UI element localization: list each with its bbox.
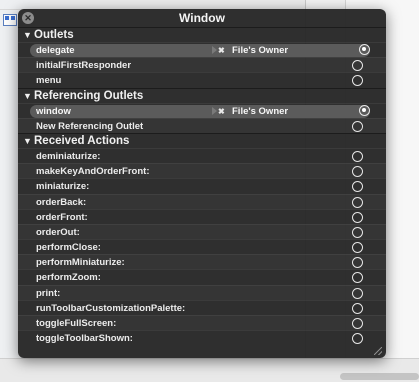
section-outlets[interactable]: ▼ Outlets — [18, 27, 386, 42]
action-row[interactable]: orderOut: — [18, 223, 386, 239]
action-name: performZoom: — [36, 272, 101, 284]
outlet-row[interactable]: menu — [18, 72, 386, 87]
connection-circle-icon[interactable] — [352, 75, 363, 87]
action-row[interactable]: deminiaturize: — [18, 147, 386, 163]
popover-title-bar: ✕ Window — [18, 9, 386, 27]
section-received-actions[interactable]: ▼ Received Actions — [18, 132, 386, 149]
connection-circle-icon[interactable] — [352, 242, 363, 254]
action-name: toggleToolbarShown: — [36, 333, 133, 345]
action-row[interactable]: performClose: — [18, 239, 386, 254]
connection-circle-icon[interactable] — [352, 302, 363, 314]
action-name: makeKeyAndOrderFront: — [36, 166, 150, 178]
connection-pill[interactable]: window ✖ File's Owner — [30, 104, 370, 118]
action-name: miniaturize: — [36, 181, 90, 193]
action-row[interactable]: print: — [18, 284, 386, 300]
outlet-name: New Referencing Outlet — [36, 120, 144, 132]
action-row[interactable]: toggleFullScreen: — [18, 315, 386, 330]
action-name: runToolbarCustomizationPalette: — [36, 302, 186, 314]
referencing-row-window[interactable]: window ✖ File's Owner — [18, 102, 386, 118]
disclosure-triangle-icon[interactable]: ▼ — [23, 89, 34, 104]
section-referencing-label: Referencing Outlets — [34, 89, 144, 102]
connection-circle-icon[interactable] — [352, 196, 363, 208]
action-name: deminiaturize: — [36, 150, 101, 162]
connection-circle-icon[interactable] — [352, 272, 363, 284]
disconnect-x-icon[interactable]: ✖ — [218, 44, 225, 57]
disclosure-triangle-icon[interactable]: ▼ — [23, 134, 34, 149]
connection-pill[interactable]: delegate ✖ File's Owner — [30, 44, 370, 57]
connection-target: File's Owner — [232, 45, 289, 56]
action-row[interactable]: orderFront: — [18, 208, 386, 224]
action-row[interactable]: makeKeyAndOrderFront: — [18, 163, 386, 178]
connection-circle-icon[interactable] — [359, 44, 370, 55]
section-outlets-label: Outlets — [34, 29, 74, 41]
action-row[interactable]: performMiniaturize: — [18, 254, 386, 269]
connection-circle-icon[interactable] — [359, 104, 370, 116]
action-name: performMiniaturize: — [36, 257, 125, 269]
connections-popover: ✕ Window ▼ Outlets delegate ✖ File's Owne… — [18, 9, 386, 358]
connection-circle-icon[interactable] — [352, 60, 363, 72]
connection-target: File's Owner — [232, 105, 289, 117]
connection-circle-icon[interactable] — [352, 211, 363, 223]
popover-title: Window — [179, 11, 225, 25]
action-row[interactable]: runToolbarCustomizationPalette: — [18, 299, 386, 315]
action-row[interactable]: performZoom: — [18, 269, 386, 284]
action-row[interactable]: toggleToolbarShown: — [18, 330, 386, 345]
connection-circle-icon[interactable] — [352, 150, 363, 162]
new-referencing-outlet-row[interactable]: New Referencing Outlet — [18, 117, 386, 133]
connection-circle-icon[interactable] — [352, 257, 363, 269]
outlet-row-delegate[interactable]: delegate ✖ File's Owner — [18, 42, 386, 57]
section-actions-label: Received Actions — [34, 134, 130, 147]
action-name: orderOut: — [36, 226, 80, 238]
action-name: print: — [36, 287, 61, 299]
connection-circle-icon[interactable] — [352, 120, 363, 132]
outlet-row[interactable]: initialFirstResponder — [18, 57, 386, 72]
connection-circle-icon[interactable] — [352, 333, 363, 345]
connection-circle-icon[interactable] — [352, 287, 363, 299]
outlet-name: delegate — [36, 45, 75, 56]
action-row[interactable]: miniaturize: — [18, 178, 386, 193]
outlet-name: initialFirstResponder — [36, 60, 132, 72]
resize-grip-icon[interactable] — [374, 347, 382, 355]
connection-circle-icon[interactable] — [352, 181, 363, 193]
horizontal-scrollbar[interactable] — [340, 373, 419, 380]
window-object-icon[interactable] — [3, 14, 17, 26]
outlet-name: menu — [36, 75, 62, 87]
action-row[interactable]: orderBack: — [18, 193, 386, 209]
action-name: orderBack: — [36, 196, 87, 208]
section-referencing-outlets[interactable]: ▼ Referencing Outlets — [18, 87, 386, 104]
action-name: performClose: — [36, 242, 101, 254]
connection-circle-icon[interactable] — [352, 318, 363, 329]
action-name: orderFront: — [36, 211, 88, 223]
connection-circle-icon[interactable] — [352, 226, 363, 238]
close-icon[interactable]: ✕ — [22, 12, 34, 24]
connection-circle-icon[interactable] — [352, 166, 363, 178]
disconnect-x-icon[interactable]: ✖ — [218, 105, 225, 118]
action-name: toggleFullScreen: — [36, 318, 117, 329]
disclosure-triangle-icon[interactable]: ▼ — [23, 28, 34, 43]
outlet-name: window — [36, 105, 71, 117]
